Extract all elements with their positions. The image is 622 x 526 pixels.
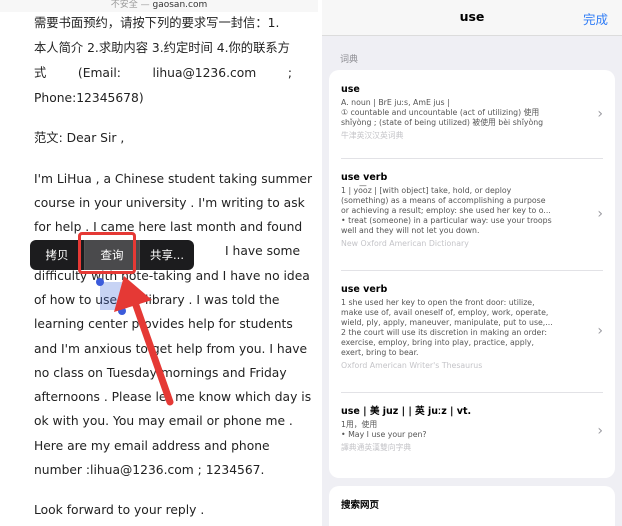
dictionary-entry[interactable]: use A. noun | BrE juːs, AmE jus | ① coun… bbox=[341, 84, 585, 141]
intro-line: 式 (Email: lihua@1236.com ; bbox=[34, 66, 292, 80]
intro-line: 本人简介 2.求助内容 3.约定时间 4.你的联系方 bbox=[34, 41, 290, 55]
selection-start-handle[interactable] bbox=[96, 278, 104, 286]
dictionary-entry[interactable]: use verb 1 she used her key to open the … bbox=[341, 284, 585, 371]
article-pane: 不安全 — gaosan.com 需要书面预约，请按下列的要求写一封信：1. 本… bbox=[0, 0, 318, 526]
share-menu-item[interactable]: 共享... bbox=[140, 240, 194, 270]
entry-line: exercise, employ, bring into play, pract… bbox=[341, 338, 534, 347]
entry-source: New Oxford American Dictionary bbox=[341, 239, 469, 248]
entry-line: 2 the court will use its discretion in m… bbox=[341, 328, 548, 337]
entry-line: wield, ply, apply, maneuver, manipulate,… bbox=[341, 318, 553, 327]
address-bar[interactable]: 不安全 — gaosan.com bbox=[0, 0, 318, 12]
done-button[interactable]: 完成 bbox=[583, 9, 608, 28]
body-line: I have some bbox=[225, 244, 301, 258]
body-line: I'm LiHua , a Chinese student taking sum… bbox=[34, 172, 313, 186]
closing-line: Look forward to your reply . bbox=[34, 503, 205, 517]
sample-label: 范文: Dear Sir , bbox=[34, 131, 125, 145]
domain-label: gaosan.com bbox=[152, 0, 208, 10]
entry-line: 1 she used her key to open the front doo… bbox=[341, 298, 535, 307]
web-search-label: 搜索网页 bbox=[341, 500, 380, 511]
entry-line: A. noun | BrE juːs, AmE jus | bbox=[341, 98, 450, 107]
dictionary-section-label: 词典 bbox=[340, 55, 359, 65]
entry-headword: use bbox=[341, 84, 360, 95]
chevron-right-icon[interactable]: › bbox=[597, 323, 603, 339]
entry-line: • May I use your pen? bbox=[341, 430, 427, 439]
chevron-right-icon[interactable]: › bbox=[597, 206, 603, 222]
dictionary-card: use A. noun | BrE juːs, AmE jus | ① coun… bbox=[329, 70, 615, 478]
body-line: number :lihua@1236.com ; 1234567. bbox=[34, 463, 265, 477]
lookup-panel: use 完成 词典 use A. noun | BrE juːs, AmE ju… bbox=[322, 0, 622, 526]
body-line: of how to use the library . I was told t… bbox=[34, 293, 280, 307]
divider bbox=[341, 270, 603, 271]
dictionary-entry[interactable]: use | 美 juz | | 英 juːz | vt. 1用，使用 • May… bbox=[341, 406, 585, 453]
body-line: ok with you. You may email or phone me . bbox=[34, 414, 293, 428]
entry-line: shǐyòng ; (state of being utilized) 被使用 … bbox=[341, 118, 544, 127]
lookup-nav-bar: use 完成 bbox=[322, 0, 622, 36]
entry-headword: use verb bbox=[341, 172, 388, 183]
divider bbox=[341, 392, 603, 393]
lookup-title: use bbox=[459, 9, 485, 24]
entry-line: make use of, avail oneself of, employ, w… bbox=[341, 308, 549, 317]
body-line: afternoons . Please let me know which da… bbox=[34, 390, 312, 404]
entry-line: 1用，使用 bbox=[341, 420, 378, 429]
entry-line: (something) as a means of accomplishing … bbox=[341, 196, 546, 205]
intro-line: 需要书面预约，请按下列的要求写一封信：1. bbox=[34, 16, 280, 30]
body-line: learning center provides help for studen… bbox=[34, 317, 293, 331]
chevron-right-icon[interactable]: › bbox=[597, 423, 603, 439]
entry-line: • treat (someone) in a particular way: u… bbox=[341, 216, 552, 225]
highlight-box bbox=[78, 232, 136, 274]
entry-source: Oxford American Writer's Thesaurus bbox=[341, 361, 483, 370]
entry-source: 譯典通英漢雙向字典 bbox=[341, 443, 412, 452]
copy-menu-item[interactable]: 拷贝 bbox=[30, 240, 84, 270]
entry-line: exert, bring to bear. bbox=[341, 348, 419, 357]
entry-line: 1 | yo͞oz | [with object] take, hold, or… bbox=[341, 186, 512, 195]
text-selection[interactable] bbox=[100, 282, 122, 310]
body-line: no class on Tuesday mornings and Friday bbox=[34, 366, 287, 380]
dictionary-entry[interactable]: use verb 1 | yo͞oz | [with object] take,… bbox=[341, 172, 585, 249]
entry-line: well and they will not let you down. bbox=[341, 226, 480, 235]
body-line: for help . I came here last month and fo… bbox=[34, 220, 303, 234]
insecure-label: 不安全 — bbox=[110, 0, 150, 10]
entry-line: ① countable and uncountable (act of util… bbox=[341, 108, 540, 117]
chevron-right-icon[interactable]: › bbox=[597, 106, 603, 122]
body-line: Here are my email address and phone bbox=[34, 439, 270, 453]
divider bbox=[341, 158, 603, 159]
entry-source: 牛津英汉汉英词典 bbox=[341, 131, 404, 140]
entry-headword: use | 美 juz | | 英 juːz | vt. bbox=[341, 406, 472, 417]
web-search-card[interactable]: 搜索网页 bbox=[329, 486, 615, 526]
selection-end-handle[interactable] bbox=[118, 307, 126, 315]
entry-line: or achieving a result; employ: she used … bbox=[341, 206, 551, 215]
body-line: and I'm anxious to get help from you. I … bbox=[34, 342, 308, 356]
body-line: course in your university . I'm writing … bbox=[34, 196, 305, 210]
intro-line: Phone:12345678) bbox=[34, 91, 144, 105]
entry-headword: use verb bbox=[341, 284, 388, 295]
